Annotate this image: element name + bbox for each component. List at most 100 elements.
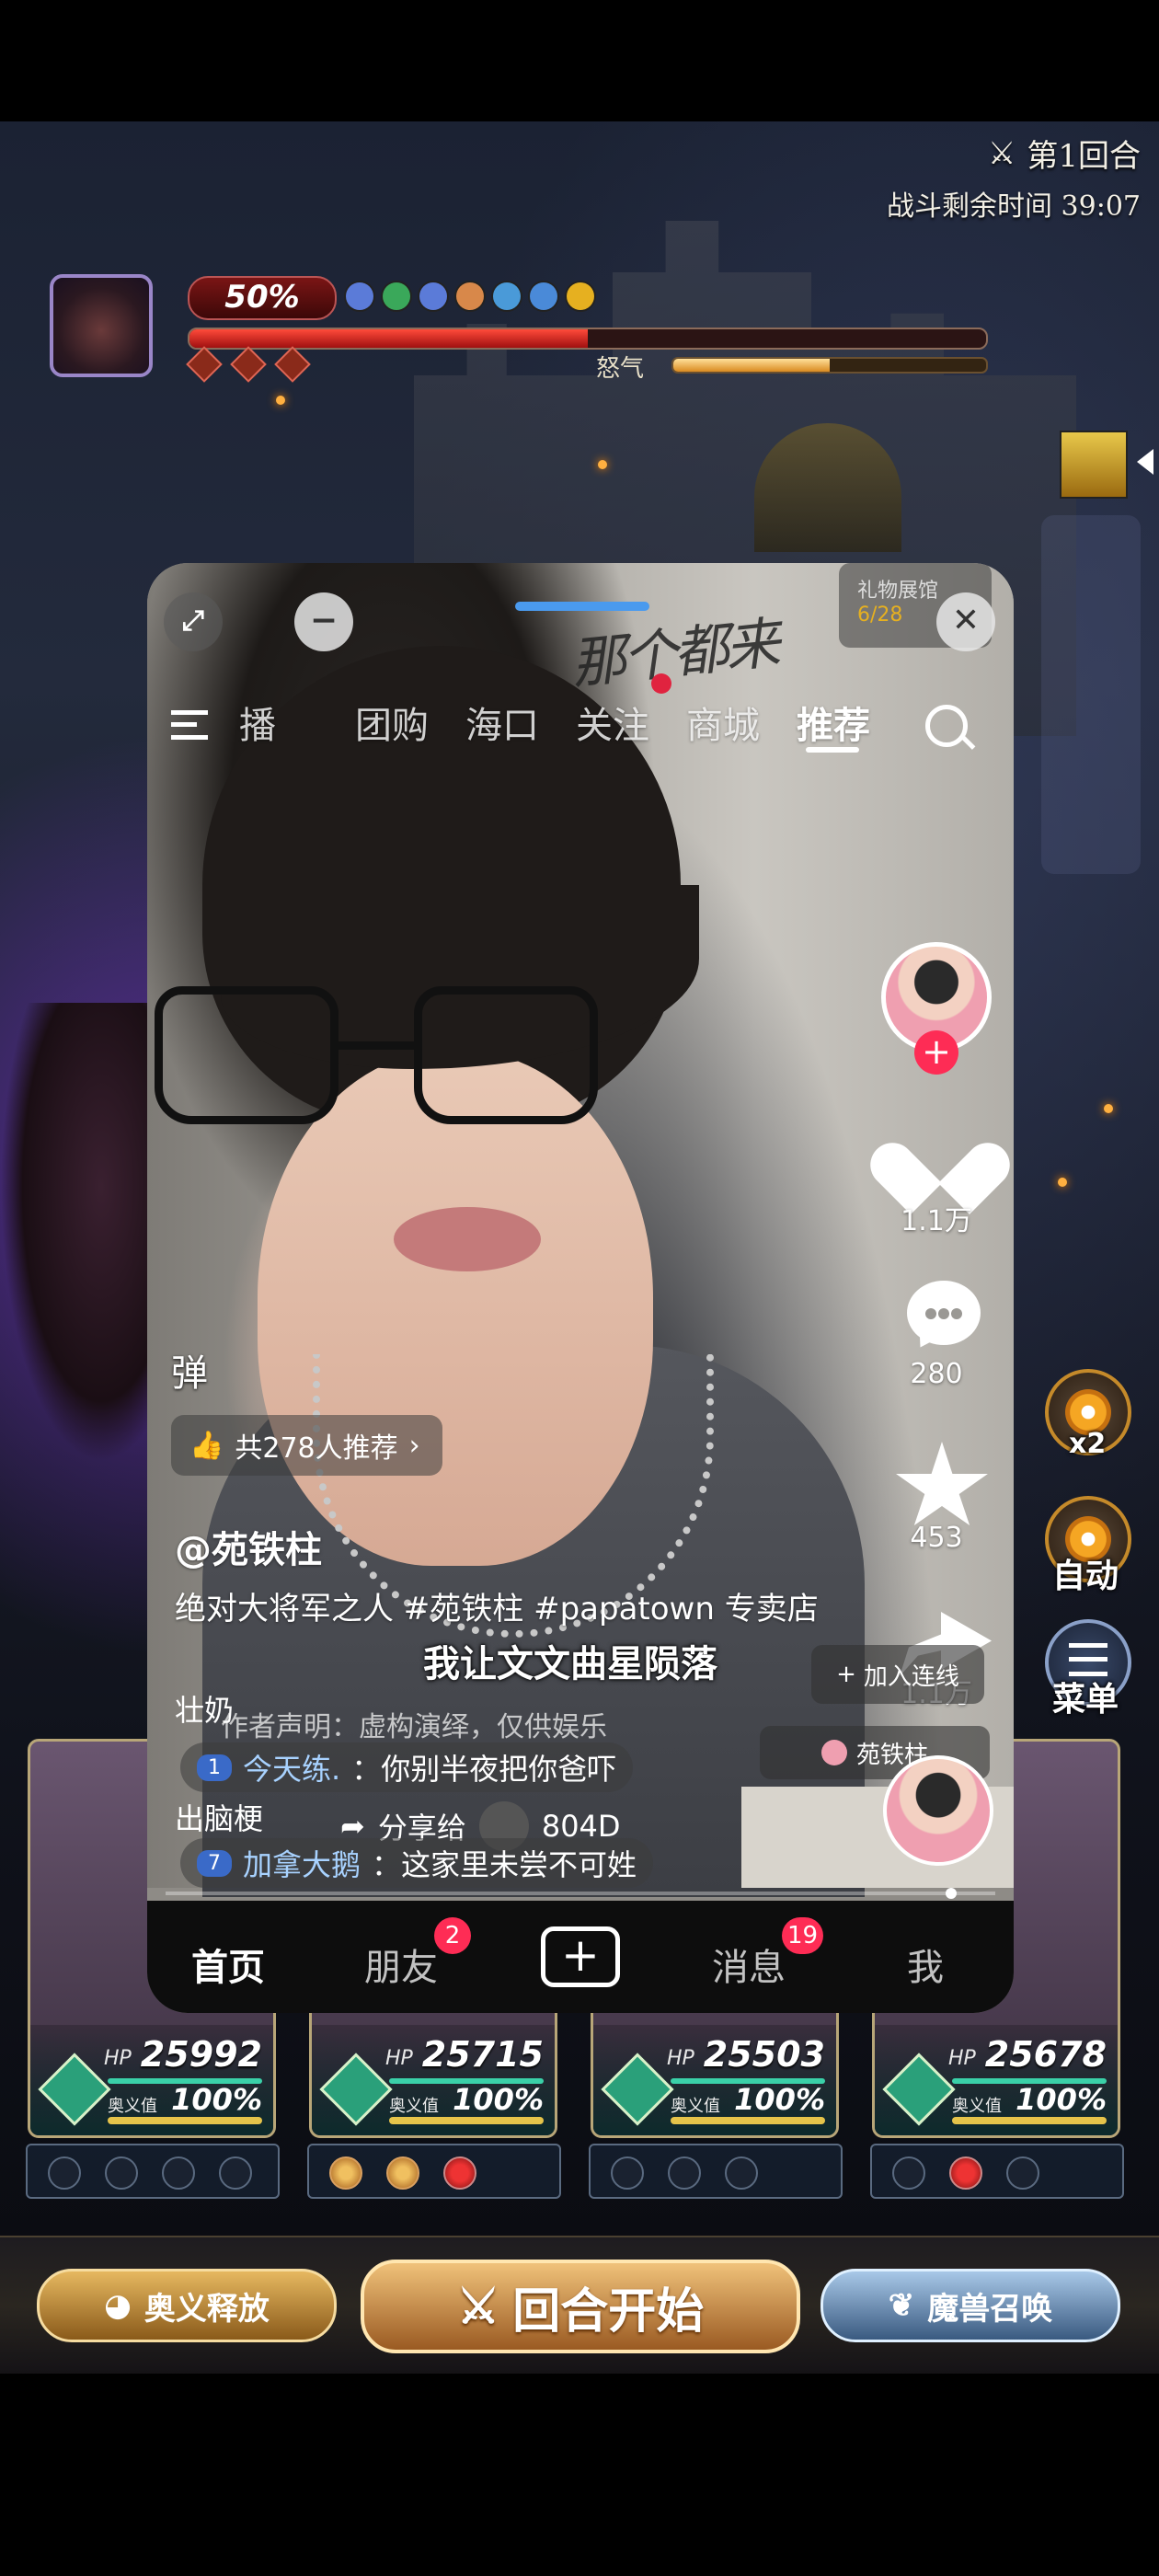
video-description: 绝对大将军之人 #苑铁柱 #papatown 专卖店 [175, 1591, 819, 1627]
author-username[interactable]: @苑铁柱 [175, 1520, 322, 1573]
skill-slot[interactable] [329, 2156, 362, 2190]
start-round-label: 回合开始 [512, 2283, 705, 2340]
hero-ao-value: 100% [734, 2082, 825, 2117]
tab-live[interactable]: 播 [239, 696, 276, 749]
live-comment: 7 加拿大鹅 ：这家里未尝不可姓 [180, 1838, 654, 1888]
messages-badge: 19 [782, 1917, 824, 1954]
heart-icon[interactable] [861, 1113, 1014, 1214]
expand-icon[interactable]: ⤢ [164, 592, 223, 651]
glasses-right-lens [414, 986, 598, 1124]
window-drag-handle[interactable] [515, 602, 649, 611]
ao-release-button[interactable]: ◕ 奥义释放 [37, 2269, 337, 2342]
tab-friends[interactable]: 朋友 [364, 1938, 438, 1991]
buff-icon[interactable] [419, 282, 447, 310]
skill-slot[interactable] [668, 2156, 701, 2190]
boss-hp-percent: 50% [188, 276, 337, 320]
hp-label: HP [667, 2047, 694, 2070]
join-label: 加入连线 [863, 1662, 959, 1691]
tab-following[interactable]: 关注 [576, 696, 649, 749]
ao-label: 奥义值 [952, 2097, 1002, 2116]
swirl-icon: ◕ [104, 2287, 132, 2324]
rage-bar [671, 357, 988, 374]
auto-label: 自动 [1052, 1558, 1119, 1595]
close-button[interactable]: ✕ [936, 592, 995, 651]
skill-slot[interactable] [611, 2156, 644, 2190]
buff-icon[interactable] [383, 282, 410, 310]
live-avatar[interactable] [883, 1755, 993, 1866]
hp-label: HP [104, 2047, 132, 2070]
dragon-icon: ❦ [888, 2287, 915, 2324]
comment-text: ：你别半夜把你爸吓 [351, 1752, 617, 1787]
hero-hp-value: 25503 [703, 2034, 825, 2075]
thumbs-up-icon: 👍 [189, 1429, 224, 1462]
tab-me[interactable]: 我 [907, 1938, 944, 1991]
hero-ao-bar [952, 2117, 1107, 2124]
friends-badge: 2 [434, 1917, 471, 1954]
progress-handle[interactable] [946, 1888, 957, 1899]
tab-home[interactable]: 首页 [191, 1938, 265, 1991]
buff-icon[interactable] [530, 282, 557, 310]
create-plus-icon[interactable]: + [541, 1926, 620, 1987]
hero-ao-value: 100% [453, 2082, 544, 2117]
crossed-swords-icon: ⚔ [456, 2278, 500, 2335]
search-icon[interactable] [925, 705, 976, 750]
round-text: 第1回合 [1027, 138, 1141, 175]
buff-icon[interactable] [456, 282, 484, 310]
hero-skill-slots [307, 2144, 561, 2199]
start-round-button[interactable]: ⚔ 回合开始 [361, 2260, 800, 2353]
favorite-count: 453 [910, 1522, 963, 1554]
buff-icon[interactable] [567, 282, 594, 310]
buff-icon[interactable] [493, 282, 521, 310]
danmaku-toggle[interactable]: 弹 [171, 1343, 208, 1397]
tab-location[interactable]: 海口 [465, 696, 539, 749]
side-panel [1041, 515, 1141, 874]
hero-skill-slots [870, 2144, 1124, 2199]
chevron-right-icon: › [408, 1429, 420, 1462]
tab-mall[interactable]: 商城 [686, 696, 760, 749]
tab-messages[interactable]: 消息 [712, 1938, 786, 1991]
ao-label: 奥义值 [389, 2097, 439, 2116]
ally-icon[interactable] [1060, 431, 1128, 499]
menu-icon [1069, 1643, 1107, 1676]
video-progress[interactable] [166, 1892, 995, 1895]
skill-slot[interactable] [1006, 2156, 1039, 2190]
skill-slot[interactable] [725, 2156, 758, 2190]
tab-group-buy[interactable]: 团购 [355, 696, 429, 749]
battle-timer: 战斗剩余时间 39:07 [887, 190, 1141, 223]
recommend-pill[interactable]: 👍 共278人推荐 › [171, 1415, 442, 1476]
tab-recommend[interactable]: 推荐 [797, 696, 870, 749]
hp-label: HP [385, 2047, 413, 2070]
crossed-swords-icon: ⚔ [987, 134, 1016, 172]
skill-slot[interactable] [949, 2156, 982, 2190]
skill-slot[interactable] [443, 2156, 476, 2190]
skill-slot[interactable] [219, 2156, 252, 2190]
top-nav: 播 团购 海口 关注 商城 推荐 [147, 683, 1014, 765]
summon-label: 魔兽召唤 [927, 2290, 1053, 2328]
plus-icon: + [836, 1661, 856, 1688]
expand-arrow-icon[interactable] [1137, 449, 1153, 475]
join-co-host-button[interactable]: + 加入连线 [811, 1645, 984, 1704]
skill-slot[interactable] [386, 2156, 419, 2190]
minimize-button[interactable]: − [294, 592, 353, 651]
host-avatar [820, 1740, 847, 1765]
hero-ao-bar [671, 2117, 825, 2124]
hero-hp-value: 25678 [984, 2034, 1107, 2075]
boss-portrait[interactable] [50, 274, 153, 377]
skill-slot[interactable] [892, 2156, 925, 2190]
hamburger-icon[interactable] [171, 710, 208, 740]
follow-plus-icon[interactable]: + [914, 1030, 958, 1075]
hp-label: HP [948, 2047, 976, 2070]
boss-hp-fill [189, 329, 588, 348]
rage-label: 怒气 [596, 355, 645, 383]
skill-slot[interactable] [48, 2156, 81, 2190]
live-comment: 1 今天练. ：你别半夜把你爸吓 [180, 1742, 634, 1792]
douyin-floating-window[interactable]: ⤢ − 礼物展馆 6/28 ✕ 那个都来 播 团购 海口 关注 商城 推荐 + … [147, 563, 1014, 2013]
hero-skill-slots [589, 2144, 843, 2199]
summon-button[interactable]: ❦ 魔兽召唤 [820, 2269, 1120, 2342]
skill-slot[interactable] [162, 2156, 195, 2190]
comment-count: 280 [910, 1358, 963, 1390]
hero-hp-value: 25715 [421, 2034, 544, 2075]
buff-icon[interactable] [346, 282, 373, 310]
skill-slot[interactable] [105, 2156, 138, 2190]
ember [276, 396, 285, 405]
